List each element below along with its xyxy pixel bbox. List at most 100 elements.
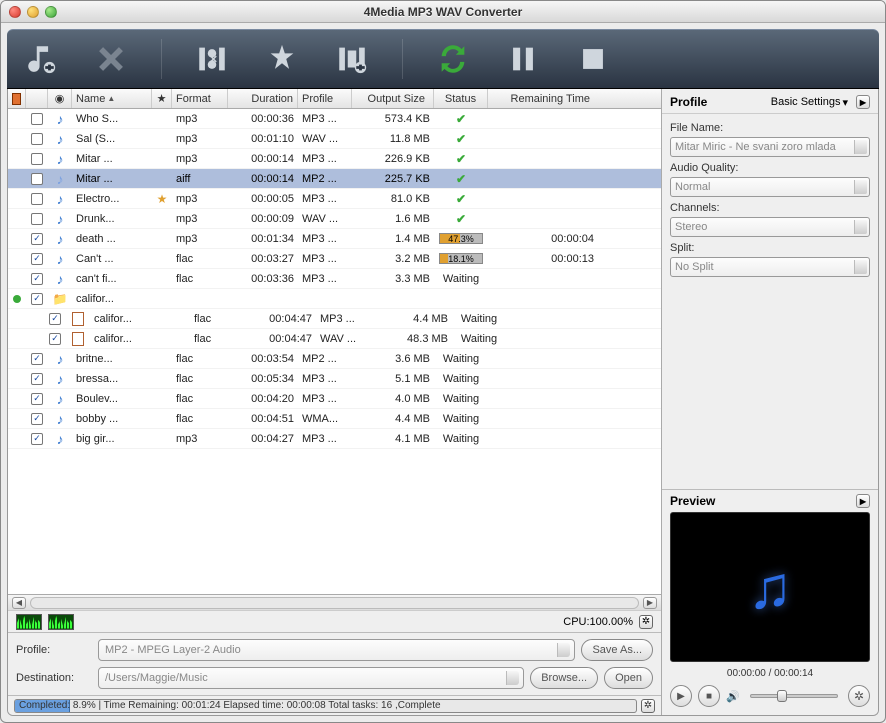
table-row[interactable]: ♪Mitar ...mp300:00:14MP3 ...226.9 KB✔ xyxy=(8,149,661,169)
row-checkbox[interactable]: ✓ xyxy=(31,413,43,425)
destination-label: Destination: xyxy=(16,672,92,684)
settings-combo[interactable]: Basic Settings▾ xyxy=(771,96,848,109)
open-button[interactable]: Open xyxy=(604,667,653,689)
table-row[interactable]: ✓♪big gir...mp300:04:27MP3 ...4.1 MBWait… xyxy=(8,429,661,449)
row-checkbox[interactable]: ✓ xyxy=(31,373,43,385)
row-checkbox[interactable] xyxy=(31,213,43,225)
table-row[interactable]: ✓♪britne...flac00:03:54MP2 ...3.6 MBWait… xyxy=(8,349,661,369)
table-row[interactable]: ✓♪death ...mp300:01:34MP3 ...1.4 MB47.3%… xyxy=(8,229,661,249)
horizontal-scrollbar[interactable]: ◀ ▶ xyxy=(8,594,661,610)
preview-heading: Preview xyxy=(670,494,715,508)
table-row[interactable]: ♪Sal (S...mp300:01:10WAV ...11.8 MB✔ xyxy=(8,129,661,149)
preview-expand-icon[interactable]: ▶ xyxy=(856,494,870,508)
sidebar-heading: Profile xyxy=(670,95,707,109)
row-checkbox[interactable] xyxy=(31,193,43,205)
cell-name: Who S... xyxy=(72,109,152,128)
star-icon: ★ xyxy=(157,192,168,206)
table-row[interactable]: ♪Mitar ...aiff00:00:14MP2 ...225.7 KB✔ xyxy=(8,169,661,189)
col-name[interactable]: Name▲ xyxy=(72,89,152,108)
row-checkbox[interactable]: ✓ xyxy=(31,433,43,445)
cell-name: Drunk... xyxy=(72,209,152,228)
table-row[interactable]: ✓📁califor... xyxy=(8,289,661,309)
stop-button[interactable] xyxy=(573,39,613,79)
destination-combo[interactable]: /Users/Maggie/Music xyxy=(98,667,524,689)
row-checkbox[interactable]: ✓ xyxy=(31,353,43,365)
table-row[interactable]: ♪Drunk...mp300:00:09WAV ...1.6 MB✔ xyxy=(8,209,661,229)
sidebar-expand-icon[interactable]: ▶ xyxy=(856,95,870,109)
browse-button[interactable]: Browse... xyxy=(530,667,598,689)
delete-button[interactable] xyxy=(91,39,131,79)
table-row[interactable]: ✓califor...flac00:04:47MP3 ...4.4 MBWait… xyxy=(8,309,661,329)
row-checkbox[interactable]: ✓ xyxy=(31,393,43,405)
save-as-button[interactable]: Save As... xyxy=(581,639,653,661)
music-icon: ♪ xyxy=(57,391,64,407)
split-input[interactable]: No Split xyxy=(670,257,870,277)
channels-input[interactable]: Stereo xyxy=(670,217,870,237)
music-note-icon: ♫ xyxy=(748,553,793,622)
row-checkbox[interactable]: ✓ xyxy=(31,233,43,245)
row-checkbox[interactable] xyxy=(31,153,43,165)
pause-button[interactable] xyxy=(503,39,543,79)
volume-slider[interactable] xyxy=(750,694,838,698)
col-output-size[interactable]: Output Size xyxy=(352,89,434,108)
row-checkbox[interactable] xyxy=(31,113,43,125)
scroll-left-icon[interactable]: ◀ xyxy=(12,597,26,609)
add-file-button[interactable] xyxy=(21,39,61,79)
scroll-right-icon[interactable]: ▶ xyxy=(643,597,657,609)
table-row[interactable]: ✓♪bressa...flac00:05:34MP3 ...5.1 MBWait… xyxy=(8,369,661,389)
music-icon: ♪ xyxy=(57,271,64,287)
table-row[interactable]: ✓♪can't fi...flac00:03:36MP3 ...3.3 MBWa… xyxy=(8,269,661,289)
profile-combo[interactable]: MP2 - MPEG Layer-2 Audio xyxy=(98,639,575,661)
row-checkbox[interactable]: ✓ xyxy=(49,313,61,325)
check-icon: ✔ xyxy=(456,212,466,226)
toolbar xyxy=(7,29,879,89)
snapshot-button[interactable]: ✲ xyxy=(848,685,870,707)
cpu-settings-button[interactable]: ✲ xyxy=(639,615,653,629)
clip-button[interactable] xyxy=(192,39,232,79)
row-checkbox[interactable]: ✓ xyxy=(31,253,43,265)
table-row[interactable]: ♪Electro...★mp300:00:05MP3 ...81.0 KB✔ xyxy=(8,189,661,209)
row-checkbox[interactable] xyxy=(31,173,43,185)
cell-name: bobby ... xyxy=(72,409,152,428)
app-window: 4Media MP3 WAV Converter ◉ Name▲ ★ Forma… xyxy=(0,0,886,723)
folder-icon: 📁 xyxy=(53,292,68,306)
stop-preview-button[interactable]: ■ xyxy=(698,685,720,707)
add-clip-button[interactable] xyxy=(332,39,372,79)
table-row[interactable]: ♪Who S...mp300:00:36MP3 ...573.4 KB✔ xyxy=(8,109,661,129)
col-format[interactable]: Format xyxy=(172,89,228,108)
convert-button[interactable] xyxy=(433,39,473,79)
play-button[interactable]: ▶ xyxy=(670,685,692,707)
cell-name: Sal (S... xyxy=(72,129,152,148)
table-header: ◉ Name▲ ★ Format Duration Profile Output… xyxy=(8,89,661,109)
music-icon: ♪ xyxy=(57,171,64,187)
status-bar: Completed: 8.9% | Time Remaining: 00:01:… xyxy=(8,695,661,715)
waveform-icon xyxy=(16,614,42,630)
row-checkbox[interactable]: ✓ xyxy=(49,333,61,345)
col-profile[interactable]: Profile xyxy=(298,89,352,108)
music-icon: ♪ xyxy=(57,211,64,227)
col-status[interactable]: Status xyxy=(434,89,488,108)
preview-time: 00:00:00 / 00:00:14 xyxy=(662,666,878,681)
titlebar: 4Media MP3 WAV Converter xyxy=(1,1,885,23)
col-star[interactable]: ★ xyxy=(152,89,172,108)
cell-name: califor... xyxy=(90,329,170,348)
col-duration[interactable]: Duration xyxy=(228,89,298,108)
status-settings-button[interactable]: ✲ xyxy=(641,699,655,713)
effects-button[interactable] xyxy=(262,39,302,79)
table-row[interactable]: ✓♪Can't ...flac00:03:27MP3 ...3.2 MB18.1… xyxy=(8,249,661,269)
table-row[interactable]: ✓califor...flac00:04:47WAV ...48.3 MBWai… xyxy=(8,329,661,349)
audio-quality-label: Audio Quality: xyxy=(670,162,870,174)
row-checkbox[interactable]: ✓ xyxy=(31,273,43,285)
table-row[interactable]: ✓♪bobby ...flac00:04:51WMA...4.4 MBWaiti… xyxy=(8,409,661,429)
col-remaining[interactable]: Remaining Time xyxy=(488,89,598,108)
table-row[interactable]: ✓♪Boulev...flac00:04:20MP3 ...4.0 MBWait… xyxy=(8,389,661,409)
music-icon: ♪ xyxy=(57,191,64,207)
row-checkbox[interactable]: ✓ xyxy=(31,293,43,305)
check-icon: ✔ xyxy=(456,112,466,126)
file-name-input[interactable]: Mitar Miric - Ne svani zoro mlada xyxy=(670,137,870,157)
select-all-icon[interactable] xyxy=(12,93,21,105)
music-icon: ♪ xyxy=(57,251,64,267)
row-checkbox[interactable] xyxy=(31,133,43,145)
audio-quality-input[interactable]: Normal xyxy=(670,177,870,197)
volume-icon: 🔊 xyxy=(726,690,740,703)
